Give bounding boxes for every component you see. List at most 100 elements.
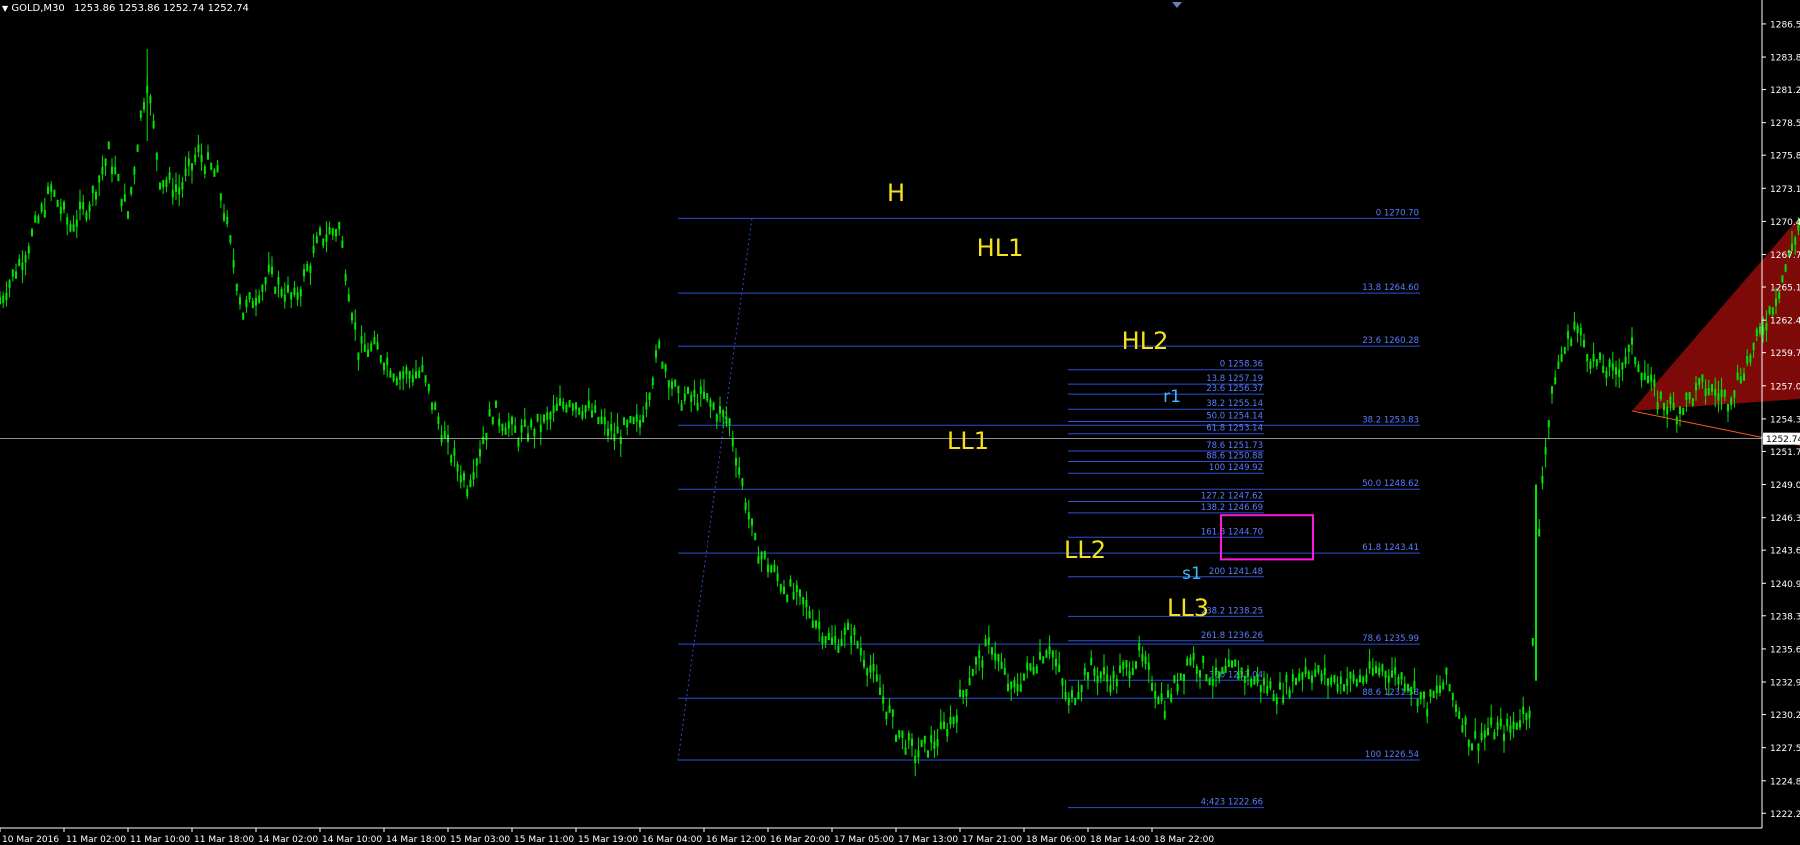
candle-body [363,344,366,352]
candle-body [395,378,398,386]
candle-body [911,738,913,746]
candle-body [895,734,897,742]
candles [0,49,1800,777]
candle-body [162,180,165,188]
candle-body [1499,718,1502,727]
candle-body [1775,298,1777,306]
candle-body [242,312,245,320]
y-tick-label: 1281.20 [1770,86,1800,96]
fib-label-right: 61.8 1253.14 [1206,424,1263,434]
candle-body [1461,725,1464,733]
candle-body [1445,667,1448,675]
candle-body [751,518,753,526]
candle-body [869,665,872,673]
candle-body [5,292,8,301]
candle-body [1131,667,1134,676]
candle-body [827,632,830,641]
candle-body [1160,693,1163,701]
candle-body [1343,684,1345,692]
candle-body [1704,388,1707,396]
candle-body [248,292,251,300]
candle-body [495,400,497,408]
candle-body [987,637,990,645]
candle-body [411,375,414,383]
candle-body [463,472,465,481]
candle-body [1141,653,1144,662]
candle-body [117,173,120,182]
candle-body [1743,373,1745,381]
y-tick-label: 1240.95 [1770,580,1800,590]
candle-body [1195,666,1198,674]
candle-body [466,488,469,497]
fib-label-left: 38.2 1253.83 [1362,415,1419,425]
candle-body [891,709,894,717]
y-tick-label: 1230.25 [1770,711,1800,721]
candle-body [767,564,769,573]
candle-body [587,400,590,408]
candle-body [1688,392,1691,400]
candle-body [1707,388,1710,396]
candle-body [863,659,865,668]
candle-body [658,340,661,349]
candle-body [949,717,952,725]
candle-body [1448,684,1451,692]
candle-body [1013,680,1016,688]
candle-body [1551,386,1553,394]
candle-body [619,436,622,445]
candle-body [319,227,321,236]
candle-body [1467,739,1470,747]
price-chart[interactable]: 0 1270.70 13.8 1264.60 23.6 1260.28 38.2 12… [0,0,1800,845]
y-tick-label: 1273.15 [1770,185,1800,195]
candle-body [1589,361,1592,369]
candle-body [2,295,5,304]
candle-body [1208,677,1211,686]
candle-body [927,750,929,758]
candle-body [975,657,977,665]
candle-body [1698,377,1701,386]
candle-body [69,224,72,232]
candle-body [616,426,619,434]
candle-body [741,478,744,486]
candle-body [431,402,433,410]
candle-body [1647,375,1649,384]
pattern-label-r1: r1 [1163,387,1181,407]
candle-body [1487,728,1489,736]
fib-label-right: 78.6 1251.73 [1206,441,1263,451]
candle-body [1749,355,1752,363]
y-tick-label: 1286.55 [1770,20,1800,30]
candle-body [917,750,920,758]
candle-body [95,192,97,200]
candle-body [1167,690,1169,698]
candle-body [1211,678,1214,686]
fib-label-right: 238.2 1238.25 [1201,606,1263,616]
y-tick-label: 1265.10 [1770,284,1800,294]
candle-body [1039,652,1041,660]
candle-body [152,120,155,129]
fib-label-left: 13.8 1264.60 [1362,283,1419,293]
candle-body [1531,637,1534,646]
candle-body [79,201,81,210]
candle-body [808,611,811,619]
candle-body [792,591,795,600]
candle-body [1416,698,1419,707]
candle-body [50,184,53,192]
fib-label-right: 161.8 1244.70 [1201,527,1263,537]
fib-label-left: 61.8 1243.41 [1362,543,1419,553]
candle-body [1669,396,1672,405]
candle-body [1701,374,1704,382]
candle-body [11,269,14,277]
candle-body [392,373,395,381]
candle-body [1000,661,1003,670]
candle-body [693,389,696,398]
candle-body [706,393,709,401]
candle-body [1666,407,1669,415]
candle-body [1336,683,1339,692]
candle-body [872,663,875,672]
candle-body [1432,690,1435,699]
candle-body [114,166,117,175]
candle-body [1429,689,1432,697]
candle-body [904,747,907,755]
candle-body [386,357,389,365]
candle-body [1570,338,1573,347]
candle-body [347,294,350,302]
